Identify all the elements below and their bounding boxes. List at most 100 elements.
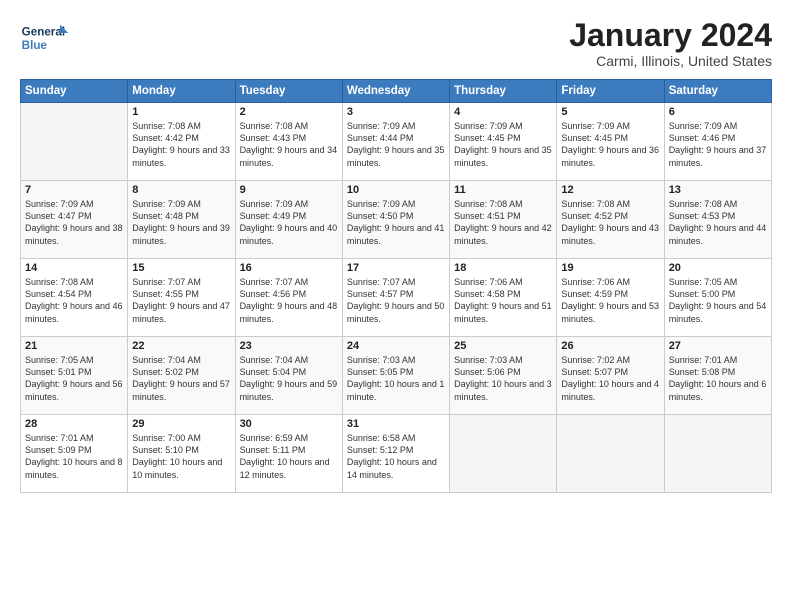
day-number: 15 (132, 262, 230, 274)
day-number: 5 (561, 106, 659, 118)
day-number: 3 (347, 106, 445, 118)
calendar-cell: 3 Sunrise: 7:09 AMSunset: 4:44 PMDayligh… (342, 103, 449, 181)
day-number: 12 (561, 184, 659, 196)
calendar-cell: 5 Sunrise: 7:09 AMSunset: 4:45 PMDayligh… (557, 103, 664, 181)
calendar-cell: 25 Sunrise: 7:03 AMSunset: 5:06 PMDaylig… (450, 337, 557, 415)
calendar-cell: 6 Sunrise: 7:09 AMSunset: 4:46 PMDayligh… (664, 103, 771, 181)
logo-svg: General Blue (20, 18, 70, 58)
calendar-cell (664, 415, 771, 493)
calendar-cell: 29 Sunrise: 7:00 AMSunset: 5:10 PMDaylig… (128, 415, 235, 493)
day-number: 31 (347, 418, 445, 430)
day-number: 27 (669, 340, 767, 352)
cell-info: Sunrise: 7:07 AMSunset: 4:56 PMDaylight:… (240, 277, 338, 323)
day-number: 20 (669, 262, 767, 274)
cell-info: Sunrise: 7:03 AMSunset: 5:06 PMDaylight:… (454, 355, 552, 401)
day-number: 7 (25, 184, 123, 196)
day-number: 30 (240, 418, 338, 430)
header-thursday: Thursday (450, 80, 557, 103)
week-row-1: 1 Sunrise: 7:08 AMSunset: 4:42 PMDayligh… (21, 103, 772, 181)
title-block: January 2024 Carmi, Illinois, United Sta… (569, 18, 772, 69)
cell-info: Sunrise: 7:09 AMSunset: 4:46 PMDaylight:… (669, 121, 767, 167)
calendar-cell: 7 Sunrise: 7:09 AMSunset: 4:47 PMDayligh… (21, 181, 128, 259)
calendar-cell: 1 Sunrise: 7:08 AMSunset: 4:42 PMDayligh… (128, 103, 235, 181)
cell-info: Sunrise: 6:59 AMSunset: 5:11 PMDaylight:… (240, 433, 330, 479)
day-number: 22 (132, 340, 230, 352)
svg-text:Blue: Blue (22, 39, 48, 52)
cell-info: Sunrise: 7:09 AMSunset: 4:49 PMDaylight:… (240, 199, 338, 245)
day-number: 2 (240, 106, 338, 118)
calendar-cell: 30 Sunrise: 6:59 AMSunset: 5:11 PMDaylig… (235, 415, 342, 493)
header-friday: Friday (557, 80, 664, 103)
day-number: 11 (454, 184, 552, 196)
header-wednesday: Wednesday (342, 80, 449, 103)
cell-info: Sunrise: 7:08 AMSunset: 4:54 PMDaylight:… (25, 277, 123, 323)
calendar-cell: 10 Sunrise: 7:09 AMSunset: 4:50 PMDaylig… (342, 181, 449, 259)
cell-info: Sunrise: 7:08 AMSunset: 4:53 PMDaylight:… (669, 199, 767, 245)
day-number: 14 (25, 262, 123, 274)
cell-info: Sunrise: 7:07 AMSunset: 4:55 PMDaylight:… (132, 277, 230, 323)
cell-info: Sunrise: 7:09 AMSunset: 4:45 PMDaylight:… (561, 121, 659, 167)
calendar-cell (21, 103, 128, 181)
cell-info: Sunrise: 7:06 AMSunset: 4:59 PMDaylight:… (561, 277, 659, 323)
day-number: 13 (669, 184, 767, 196)
day-number: 21 (25, 340, 123, 352)
header-sunday: Sunday (21, 80, 128, 103)
cell-info: Sunrise: 7:04 AMSunset: 5:02 PMDaylight:… (132, 355, 230, 401)
calendar-cell: 22 Sunrise: 7:04 AMSunset: 5:02 PMDaylig… (128, 337, 235, 415)
cell-info: Sunrise: 7:07 AMSunset: 4:57 PMDaylight:… (347, 277, 445, 323)
day-number: 25 (454, 340, 552, 352)
calendar-cell: 4 Sunrise: 7:09 AMSunset: 4:45 PMDayligh… (450, 103, 557, 181)
cell-info: Sunrise: 7:06 AMSunset: 4:58 PMDaylight:… (454, 277, 552, 323)
day-number: 10 (347, 184, 445, 196)
cell-info: Sunrise: 7:09 AMSunset: 4:45 PMDaylight:… (454, 121, 552, 167)
day-number: 19 (561, 262, 659, 274)
cell-info: Sunrise: 7:05 AMSunset: 5:01 PMDaylight:… (25, 355, 123, 401)
day-number: 26 (561, 340, 659, 352)
day-number: 16 (240, 262, 338, 274)
calendar-cell: 9 Sunrise: 7:09 AMSunset: 4:49 PMDayligh… (235, 181, 342, 259)
calendar-cell: 11 Sunrise: 7:08 AMSunset: 4:51 PMDaylig… (450, 181, 557, 259)
calendar-cell: 12 Sunrise: 7:08 AMSunset: 4:52 PMDaylig… (557, 181, 664, 259)
day-number: 8 (132, 184, 230, 196)
cell-info: Sunrise: 7:08 AMSunset: 4:52 PMDaylight:… (561, 199, 659, 245)
calendar-cell: 8 Sunrise: 7:09 AMSunset: 4:48 PMDayligh… (128, 181, 235, 259)
calendar-cell: 23 Sunrise: 7:04 AMSunset: 5:04 PMDaylig… (235, 337, 342, 415)
day-number: 6 (669, 106, 767, 118)
day-number: 4 (454, 106, 552, 118)
calendar-cell: 15 Sunrise: 7:07 AMSunset: 4:55 PMDaylig… (128, 259, 235, 337)
cell-info: Sunrise: 7:01 AMSunset: 5:09 PMDaylight:… (25, 433, 123, 479)
cell-info: Sunrise: 7:03 AMSunset: 5:05 PMDaylight:… (347, 355, 445, 401)
cell-info: Sunrise: 7:05 AMSunset: 5:00 PMDaylight:… (669, 277, 767, 323)
calendar-cell: 20 Sunrise: 7:05 AMSunset: 5:00 PMDaylig… (664, 259, 771, 337)
calendar-cell: 17 Sunrise: 7:07 AMSunset: 4:57 PMDaylig… (342, 259, 449, 337)
day-number: 1 (132, 106, 230, 118)
day-number: 18 (454, 262, 552, 274)
cell-info: Sunrise: 7:08 AMSunset: 4:42 PMDaylight:… (132, 121, 230, 167)
calendar-cell: 16 Sunrise: 7:07 AMSunset: 4:56 PMDaylig… (235, 259, 342, 337)
calendar-cell: 18 Sunrise: 7:06 AMSunset: 4:58 PMDaylig… (450, 259, 557, 337)
cell-info: Sunrise: 7:02 AMSunset: 5:07 PMDaylight:… (561, 355, 659, 401)
header-tuesday: Tuesday (235, 80, 342, 103)
calendar-cell: 19 Sunrise: 7:06 AMSunset: 4:59 PMDaylig… (557, 259, 664, 337)
day-number: 23 (240, 340, 338, 352)
cell-info: Sunrise: 7:09 AMSunset: 4:44 PMDaylight:… (347, 121, 445, 167)
week-row-3: 14 Sunrise: 7:08 AMSunset: 4:54 PMDaylig… (21, 259, 772, 337)
page-container: General Blue January 2024 Carmi, Illinoi… (0, 0, 792, 503)
header: General Blue January 2024 Carmi, Illinoi… (20, 18, 772, 69)
cell-info: Sunrise: 7:04 AMSunset: 5:04 PMDaylight:… (240, 355, 338, 401)
calendar-cell: 14 Sunrise: 7:08 AMSunset: 4:54 PMDaylig… (21, 259, 128, 337)
header-monday: Monday (128, 80, 235, 103)
day-number: 28 (25, 418, 123, 430)
day-number: 9 (240, 184, 338, 196)
header-saturday: Saturday (664, 80, 771, 103)
svg-text:General: General (22, 26, 65, 39)
weekday-header-row: Sunday Monday Tuesday Wednesday Thursday… (21, 80, 772, 103)
subtitle: Carmi, Illinois, United States (569, 53, 772, 69)
main-title: January 2024 (569, 18, 772, 53)
calendar-cell: 24 Sunrise: 7:03 AMSunset: 5:05 PMDaylig… (342, 337, 449, 415)
calendar-cell: 2 Sunrise: 7:08 AMSunset: 4:43 PMDayligh… (235, 103, 342, 181)
cell-info: Sunrise: 7:09 AMSunset: 4:48 PMDaylight:… (132, 199, 230, 245)
calendar-cell: 31 Sunrise: 6:58 AMSunset: 5:12 PMDaylig… (342, 415, 449, 493)
week-row-5: 28 Sunrise: 7:01 AMSunset: 5:09 PMDaylig… (21, 415, 772, 493)
cell-info: Sunrise: 7:01 AMSunset: 5:08 PMDaylight:… (669, 355, 767, 401)
